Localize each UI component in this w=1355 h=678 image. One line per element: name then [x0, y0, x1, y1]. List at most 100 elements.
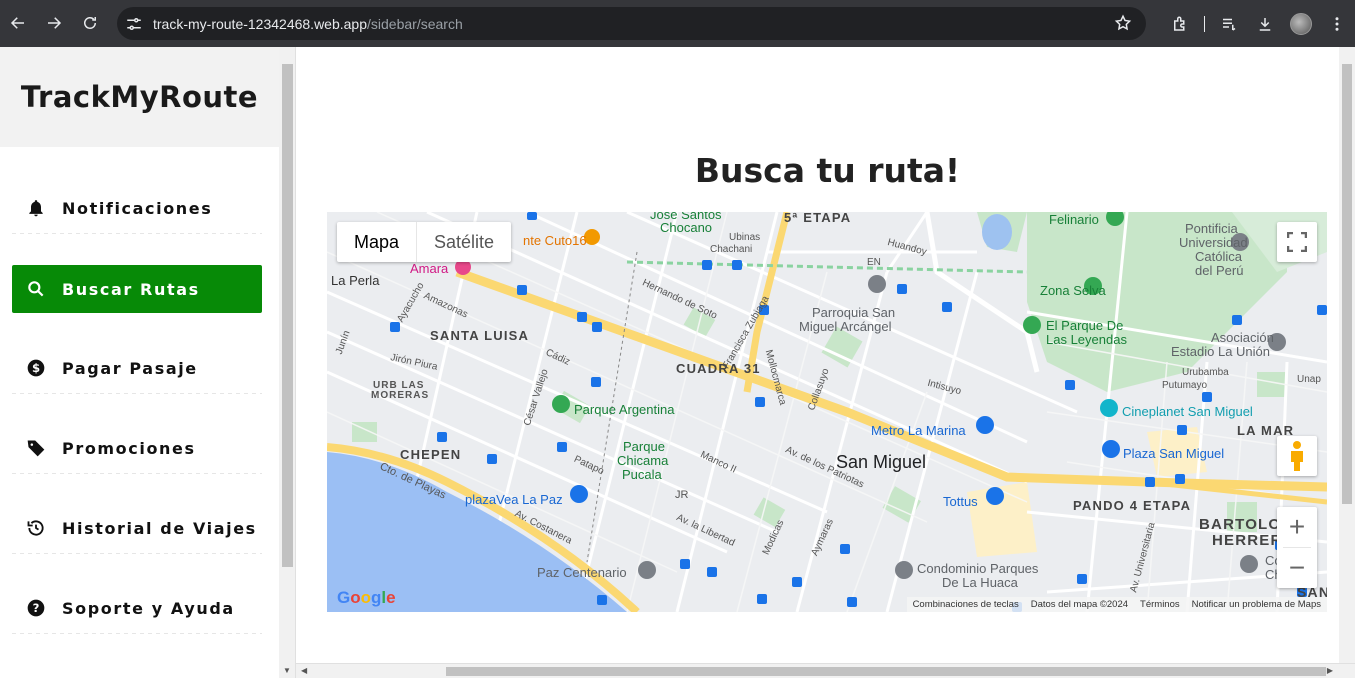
sidebar-item-promociones[interactable]: Promociones — [12, 424, 262, 472]
sidebar-item-label: Buscar Rutas — [62, 279, 200, 299]
map-label: El Parque De — [1046, 318, 1124, 333]
scrollbar-thumb[interactable] — [282, 64, 293, 567]
map-label: 5ª ETAPA — [784, 212, 852, 225]
map-label: Pontificia — [1185, 221, 1238, 236]
map-label: PANDO 4 ETAPA — [1073, 498, 1192, 513]
main-horizontal-scrollbar[interactable]: ◀ ▶ — [296, 663, 1355, 678]
history-icon — [24, 516, 48, 540]
sidebar-item-soporte[interactable]: ? Soporte y Ayuda — [12, 584, 262, 632]
divider — [12, 393, 262, 394]
divider — [12, 233, 262, 234]
map-label: CHEPEN — [400, 447, 462, 462]
map-label: HERRER — [1212, 532, 1283, 549]
kebab-menu-icon[interactable] — [1319, 6, 1355, 42]
map-label: Chocano — [660, 220, 713, 235]
map-label: CUADRA 31 — [676, 361, 761, 376]
sidebar-item-historial[interactable]: Historial de Viajes — [12, 504, 262, 552]
fullscreen-icon — [1287, 232, 1307, 252]
zoom-in-button[interactable]: + — [1277, 507, 1317, 547]
site-info-icon[interactable] — [125, 15, 143, 33]
reading-list-icon[interactable] — [1211, 6, 1247, 42]
google-logo[interactable]: Google — [337, 588, 396, 608]
map-label-san-miguel: San Miguel — [836, 452, 927, 472]
tag-icon — [24, 436, 48, 460]
sidebar-scrollbar[interactable]: ▼ — [279, 47, 296, 678]
pegman-icon — [1291, 441, 1303, 471]
fullscreen-button[interactable] — [1277, 222, 1317, 262]
logo-box: TrackMyRoute — [0, 47, 279, 147]
forward-icon[interactable] — [36, 5, 72, 41]
back-icon[interactable] — [0, 5, 36, 41]
sidebar-item-buscar-rutas[interactable]: Buscar Rutas — [12, 265, 262, 313]
map-type-satellite-button[interactable]: Satélite — [416, 222, 511, 262]
sidebar: TrackMyRoute Notificaciones Buscar Rutas… — [0, 47, 279, 678]
map-label: Paz Centenario — [537, 565, 627, 580]
help-icon: ? — [24, 596, 48, 620]
map-label: Parroquia San — [812, 305, 896, 320]
map-label: plazaVea La Paz — [465, 492, 563, 507]
divider — [12, 633, 262, 634]
divider — [12, 473, 262, 474]
map-label: MORERAS — [371, 390, 430, 401]
profile-avatar[interactable] — [1283, 6, 1319, 42]
bookmark-star-icon[interactable] — [1114, 14, 1132, 32]
map-label: del Perú — [1195, 263, 1244, 278]
map-label: Condominio Parques — [917, 561, 1039, 576]
bell-icon — [24, 196, 48, 220]
map-label: La Perla — [331, 273, 380, 288]
scroll-left-arrow[interactable]: ◀ — [301, 666, 307, 675]
url-text: track-my-route-12342468.web.app/sidebar/… — [153, 15, 463, 32]
map-attribution: Combinaciones de teclas Datos del mapa ©… — [906, 597, 1327, 612]
dollar-icon: $ — [24, 356, 48, 380]
map-label: Cineplanet San Miguel — [1122, 404, 1253, 419]
map-label: BARTOLO — [1199, 516, 1282, 533]
map-label: Las Leyendas — [1046, 332, 1127, 347]
app-logo[interactable]: TrackMyRoute — [21, 80, 258, 114]
map-label: De La Huaca — [942, 575, 1018, 590]
scroll-down-arrow[interactable]: ▼ — [283, 666, 291, 675]
svg-text:?: ? — [33, 601, 40, 615]
sidebar-item-label: Promociones — [62, 438, 196, 458]
divider — [12, 553, 262, 554]
map-label: nte Cuto16 — [523, 233, 587, 248]
keyboard-shortcuts-link[interactable]: Combinaciones de teclas — [907, 599, 1025, 610]
sidebar-item-pagar-pasaje[interactable]: $ Pagar Pasaje — [12, 344, 262, 392]
main-vertical-scrollbar[interactable] — [1339, 47, 1355, 663]
map-label: Parque Argentina — [574, 402, 675, 417]
scrollbar-thumb[interactable] — [446, 667, 1326, 676]
map-view[interactable]: San Miguel 5ª ETAPA SANTA LUISA CUADRA 3… — [327, 212, 1327, 612]
address-bar[interactable]: track-my-route-12342468.web.app/sidebar/… — [117, 7, 1146, 40]
map-label: Chachani — [710, 244, 753, 255]
extensions-icon[interactable] — [1162, 6, 1198, 42]
zoom-control: + − — [1277, 507, 1317, 588]
scroll-right-arrow[interactable]: ▶ — [1327, 666, 1333, 675]
sidebar-item-label: Soporte y Ayuda — [62, 598, 235, 618]
map-label: Amara — [410, 261, 449, 276]
reload-icon[interactable] — [72, 5, 108, 41]
page-title: Busca tu ruta! — [694, 151, 961, 190]
toolbar-separator — [1204, 15, 1205, 32]
sidebar-item-label: Pagar Pasaje — [62, 358, 198, 378]
map-label: Plaza San Miguel — [1123, 446, 1225, 461]
terms-link[interactable]: Términos — [1134, 599, 1186, 610]
download-icon[interactable] — [1247, 6, 1283, 42]
sidebar-item-notificaciones[interactable]: Notificaciones — [12, 184, 262, 232]
sidebar-item-label: Historial de Viajes — [62, 518, 257, 538]
map-label: Estadio La Unión — [1171, 344, 1271, 359]
map-label: Miguel Arcángel — [799, 319, 892, 334]
map-type-control: Mapa Satélite — [337, 222, 512, 262]
map-label: Ubinas — [729, 232, 761, 243]
main-content: Busca tu ruta! San Miguel 5ª ETAPA SANTA… — [296, 47, 1339, 663]
map-label: Tottus — [943, 494, 978, 509]
map-label: Asociación — [1211, 330, 1274, 345]
search-icon — [24, 277, 48, 301]
scrollbar-thumb[interactable] — [1342, 64, 1352, 504]
report-problem-link[interactable]: Notificar un problema de Maps — [1186, 599, 1327, 610]
map-label: Putumayo — [1162, 380, 1208, 391]
sidebar-item-label: Notificaciones — [62, 198, 213, 218]
map-label: SANTA LUISA — [430, 328, 530, 343]
street-view-pegman-button[interactable] — [1277, 436, 1317, 476]
map-label: Católica — [1195, 249, 1242, 264]
map-type-map-button[interactable]: Mapa — [337, 222, 416, 262]
zoom-out-button[interactable]: − — [1277, 548, 1317, 588]
